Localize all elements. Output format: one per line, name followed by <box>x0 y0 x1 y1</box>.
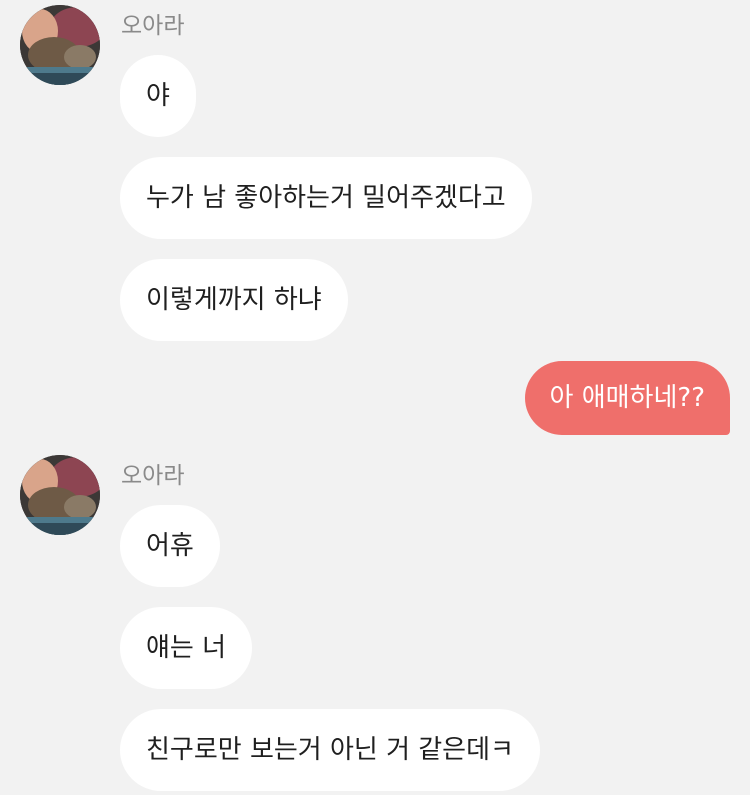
incoming-message[interactable]: 누가 남 좋아하는거 밀어주겠다고 <box>120 157 532 239</box>
cat-photo-avatar-icon <box>20 455 100 535</box>
incoming-message[interactable]: 야 <box>120 55 196 137</box>
incoming-message[interactable]: 친구로만 보는거 아닌 거 같은데ㅋ <box>120 709 540 791</box>
sender-name: 오아라 <box>121 13 185 39</box>
incoming-message[interactable]: 얘는 너 <box>120 607 253 689</box>
outgoing-message[interactable]: 아 애매하네?? <box>524 361 730 435</box>
cat-photo-avatar-icon <box>20 5 100 85</box>
sender-name: 오아라 <box>121 463 185 489</box>
avatar[interactable] <box>20 5 100 85</box>
incoming-message[interactable]: 어휴 <box>120 505 220 587</box>
incoming-message[interactable]: 이렇게까지 하냐 <box>120 259 348 341</box>
avatar[interactable] <box>20 455 100 535</box>
chat-thread: 오아라 야 누가 남 좋아하는거 밀어주겠다고 이렇게까지 하냐 아 애매하네?… <box>0 0 750 795</box>
